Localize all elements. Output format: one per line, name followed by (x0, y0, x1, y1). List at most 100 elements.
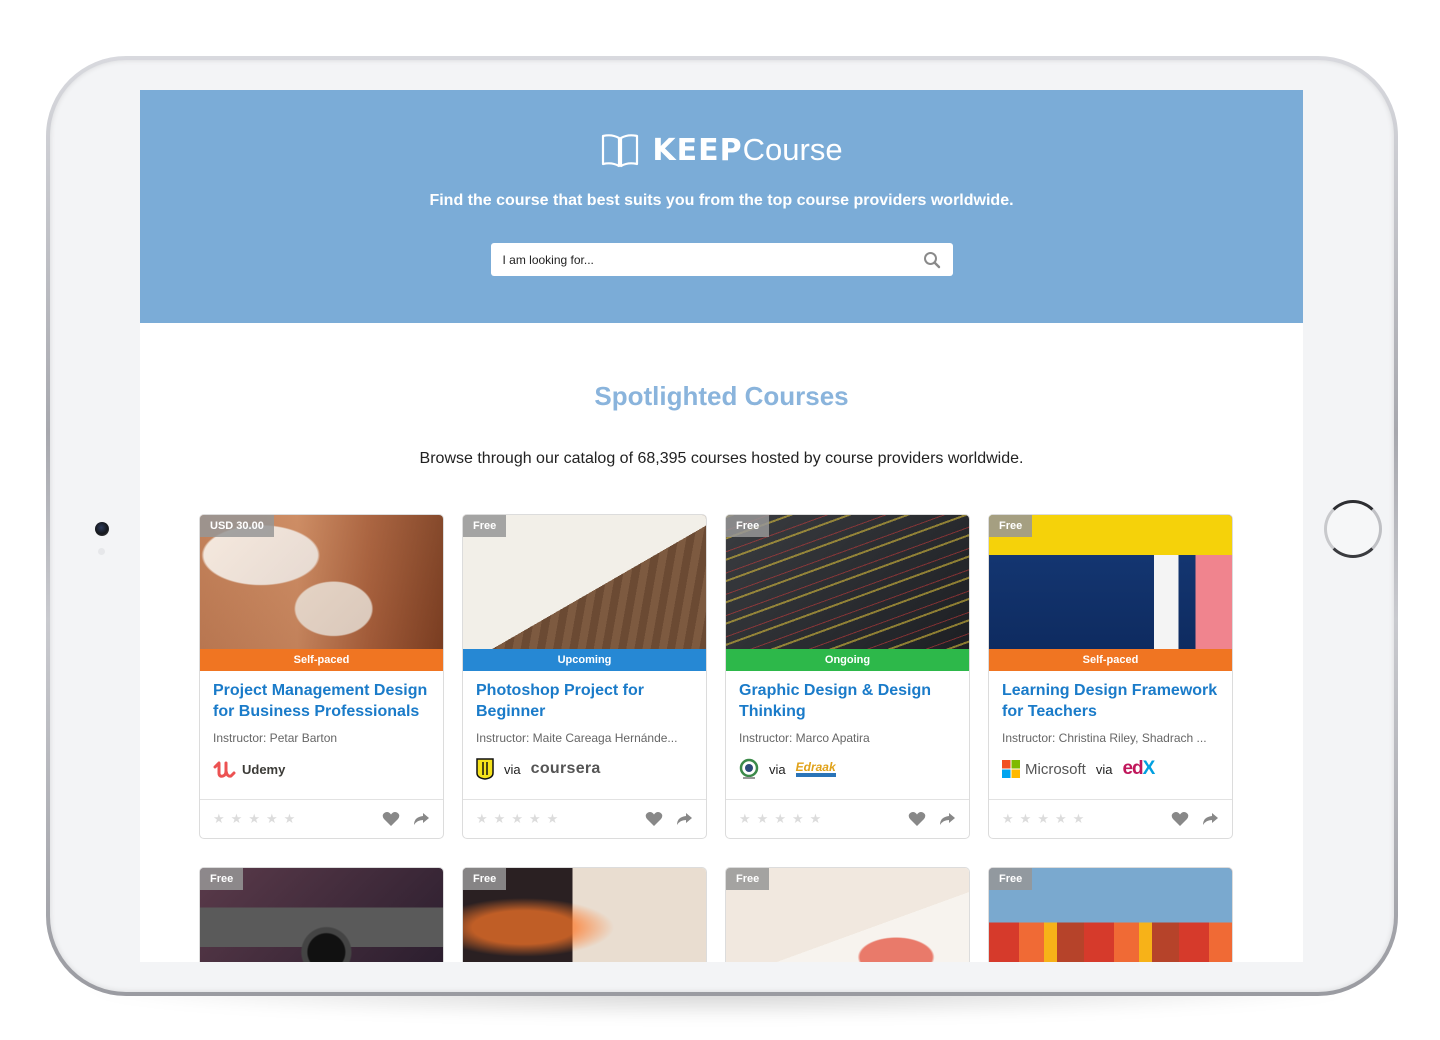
via-label: via (504, 761, 521, 777)
search-input[interactable] (502, 252, 923, 267)
course-instructor: Instructor: Marco Apatira (739, 731, 870, 745)
course-title[interactable]: Photoshop Project for Beginner (476, 680, 693, 722)
hero-tagline: Find the course that best suits you from… (429, 192, 1014, 209)
course-image[interactable]: Free (463, 868, 706, 962)
provider-row: Udemy (213, 758, 430, 780)
star-icon[interactable]: ★ (494, 812, 506, 827)
university-seal-logo-icon[interactable] (739, 758, 759, 780)
heart-icon[interactable] (908, 811, 926, 827)
course-image[interactable]: Free (989, 868, 1232, 962)
status-bar: Upcoming (463, 649, 706, 671)
logo-text-keep: KEEP (652, 132, 743, 168)
course-card[interactable]: Free (199, 867, 444, 962)
star-icon[interactable]: ★ (1037, 812, 1049, 827)
star-icon[interactable]: ★ (774, 812, 786, 827)
card-footer: ★ ★ ★ ★ ★ (726, 799, 969, 838)
logo[interactable]: KEEP Course (600, 130, 843, 170)
course-card[interactable]: Free (988, 867, 1233, 962)
home-button[interactable] (1324, 500, 1382, 558)
course-title[interactable]: Project Management Design for Business P… (213, 680, 430, 722)
section-subtitle: Browse through our catalog of 68,395 cou… (419, 450, 1024, 467)
course-grid: USD 30.00 Self-paced Project Management … (199, 514, 1245, 839)
star-icon[interactable]: ★ (266, 812, 278, 827)
rating-stars[interactable]: ★ ★ ★ ★ ★ (476, 812, 558, 827)
star-icon[interactable]: ★ (792, 812, 804, 827)
star-icon[interactable]: ★ (511, 812, 523, 827)
provider-name[interactable]: Udemy (242, 762, 285, 777)
heart-icon[interactable] (382, 811, 400, 827)
card-footer: ★ ★ ★ ★ ★ (200, 799, 443, 838)
course-instructor: Instructor: Petar Barton (213, 731, 338, 745)
section-title: Spotlighted Courses (594, 381, 849, 411)
star-icon[interactable]: ★ (739, 812, 751, 827)
price-tag: Free (989, 868, 1033, 890)
search-box (490, 243, 953, 276)
provider-row: via Edraak (739, 758, 956, 780)
star-icon[interactable]: ★ (213, 812, 225, 827)
hero-banner: KEEP Course Find the course that best su… (140, 90, 1303, 323)
star-icon[interactable]: ★ (248, 812, 260, 827)
light-sensor (98, 548, 105, 555)
heart-icon[interactable] (1171, 811, 1189, 827)
provider-row: via coursera (476, 758, 693, 780)
star-icon[interactable]: ★ (547, 812, 559, 827)
provider-row: Microsoft via edX (1002, 758, 1219, 780)
course-card[interactable]: Free (725, 867, 970, 962)
star-icon[interactable]: ★ (231, 812, 243, 827)
share-icon[interactable] (675, 811, 693, 827)
course-grid-row-2: Free Free Free Free (199, 867, 1245, 962)
course-image[interactable]: Free (726, 868, 969, 962)
rating-stars[interactable]: ★ ★ ★ ★ ★ (1002, 812, 1084, 827)
card-footer: ★ ★ ★ ★ ★ (463, 799, 706, 838)
microsoft-logo-icon (1002, 760, 1020, 778)
star-icon[interactable]: ★ (476, 812, 488, 827)
share-icon[interactable] (412, 811, 430, 827)
star-icon[interactable]: ★ (529, 812, 541, 827)
star-icon[interactable]: ★ (284, 812, 296, 827)
course-image[interactable]: Free (200, 868, 443, 962)
university-shield-logo-icon[interactable] (476, 758, 494, 780)
price-tag: USD 30.00 (200, 515, 274, 537)
star-icon[interactable]: ★ (757, 812, 769, 827)
course-card[interactable]: Free Upcoming Photoshop Project for Begi… (462, 514, 707, 839)
front-camera (95, 522, 109, 536)
provider-name[interactable]: Edraak (796, 761, 836, 777)
price-tag: Free (726, 868, 770, 890)
rating-stars[interactable]: ★ ★ ★ ★ ★ (213, 812, 295, 827)
star-icon[interactable]: ★ (810, 812, 822, 827)
share-icon[interactable] (1201, 811, 1219, 827)
provider-name[interactable]: edX (1122, 758, 1155, 780)
course-image[interactable]: Free (463, 515, 706, 649)
provider-name[interactable]: coursera (531, 760, 601, 778)
logo-text-course: Course (742, 132, 843, 167)
star-icon[interactable]: ★ (1073, 812, 1085, 827)
card-footer: ★ ★ ★ ★ ★ (989, 799, 1232, 838)
institution-name[interactable]: Microsoft (1025, 761, 1086, 778)
price-tag: Free (200, 868, 244, 890)
course-image[interactable]: USD 30.00 (200, 515, 443, 649)
course-card[interactable]: Free Self-paced Learning Design Framewor… (988, 514, 1233, 839)
status-bar: Ongoing (726, 649, 969, 671)
heart-icon[interactable] (645, 811, 663, 827)
status-bar: Self-paced (200, 649, 443, 671)
via-label: via (1095, 761, 1113, 777)
price-tag: Free (989, 515, 1033, 537)
share-icon[interactable] (938, 811, 956, 827)
star-icon[interactable]: ★ (1020, 812, 1032, 827)
course-title[interactable]: Graphic Design & Design Thinking (739, 680, 956, 722)
price-tag: Free (463, 868, 507, 890)
spotlighted-section: Spotlighted Courses Browse through our c… (140, 323, 1303, 468)
open-book-icon (602, 134, 639, 168)
udemy-logo-icon (213, 761, 236, 778)
course-title[interactable]: Learning Design Framework for Teachers (1002, 680, 1219, 722)
price-tag: Free (463, 515, 507, 537)
course-card[interactable]: Free Ongoing Graphic Design & Design Thi… (725, 514, 970, 839)
course-image[interactable]: Free (726, 515, 969, 649)
course-image[interactable]: Free (989, 515, 1232, 649)
rating-stars[interactable]: ★ ★ ★ ★ ★ (739, 812, 821, 827)
star-icon[interactable]: ★ (1002, 812, 1014, 827)
course-card[interactable]: Free (462, 867, 707, 962)
course-card[interactable]: USD 30.00 Self-paced Project Management … (199, 514, 444, 839)
search-icon[interactable] (923, 251, 941, 269)
star-icon[interactable]: ★ (1055, 812, 1067, 827)
